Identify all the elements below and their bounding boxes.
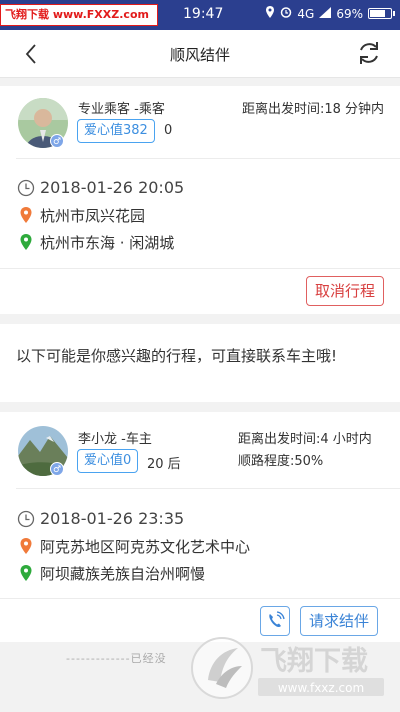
gender-male-icon: ♂ <box>50 134 64 148</box>
phone-icon <box>269 611 285 628</box>
watermark-logo-url: www.fxxz.com <box>278 681 364 695</box>
love-count: 0 <box>164 123 173 138</box>
cancel-trip-button[interactable]: 取消行程 <box>305 276 384 306</box>
driver-role: 李小龙 -车主 <box>78 432 152 447</box>
suggestion-note: 以下可能是你感兴趣的行程，可直接联系车主哦! <box>0 324 400 402</box>
refresh-button[interactable] <box>354 38 384 68</box>
trip-origin: 阿克苏地区阿克苏文化艺术中心 <box>40 538 251 556</box>
origin-pin-icon <box>20 207 32 223</box>
destination-pin-icon <box>20 565 32 581</box>
trip-destination: 杭州市东海 · 闲湖城 <box>40 234 175 252</box>
status-indicators: 4G 69% <box>265 6 395 21</box>
route-match: 顺路程度:50% <box>238 454 324 469</box>
alarm-icon <box>280 6 292 21</box>
end-of-list-text: -------------已经没 <box>66 652 167 665</box>
divider <box>16 158 400 159</box>
location-icon <box>265 6 275 21</box>
departure-info: 距离出发时间:4 小时内 <box>238 432 372 447</box>
clock-icon <box>17 179 35 197</box>
clock-icon <box>17 510 35 528</box>
refresh-icon <box>360 42 378 64</box>
passenger-role: 专业乘客 -乘客 <box>78 102 165 117</box>
divider <box>0 268 400 269</box>
departure-info: 距离出发时间:18 分钟内 <box>241 102 384 117</box>
origin-pin-icon <box>20 538 32 554</box>
battery-percent: 69% <box>336 6 363 21</box>
trip-origin: 杭州市凤兴花园 <box>40 207 146 225</box>
my-trip-card: ♂ 专业乘客 -乘客 距离出发时间:18 分钟内 爱心值382 0 2018-0… <box>0 86 400 314</box>
love-value-badge: 爱心值0 <box>77 449 139 473</box>
status-time: 19:47 <box>183 6 224 22</box>
network-label: 4G <box>297 6 315 21</box>
signal-icon <box>319 6 332 21</box>
battery-level <box>370 10 386 17</box>
divider <box>0 598 400 599</box>
love-count: 20 后 <box>147 457 181 472</box>
destination-pin-icon <box>20 234 32 250</box>
status-bar: 飞翔下载 www.FXXZ.com 19:47 4G 69% <box>0 0 400 30</box>
watermark-logo-title: 飞翔下载 <box>260 646 368 677</box>
trip-datetime: 2018-01-26 20:05 <box>40 178 185 197</box>
divider <box>16 488 400 489</box>
trip-destination: 阿坝藏族羌族自治州啊慢 <box>40 565 206 583</box>
app-header: 顺风结伴 <box>0 30 400 78</box>
battery-icon <box>368 8 395 19</box>
gender-male-icon: ♂ <box>50 462 64 476</box>
driver-trip-card[interactable]: ♂ 李小龙 -车主 距离出发时间:4 小时内 顺路程度:50% 爱心值0 20 … <box>0 412 400 642</box>
trip-datetime: 2018-01-26 23:35 <box>40 509 185 528</box>
page-title: 顺风结伴 <box>169 46 230 64</box>
watermark-logo: 飞翔下载 www.fxxz.com <box>186 632 392 704</box>
watermark-badge: 飞翔下载 www.FXXZ.com <box>0 4 158 26</box>
love-value-badge: 爱心值382 <box>77 119 155 143</box>
